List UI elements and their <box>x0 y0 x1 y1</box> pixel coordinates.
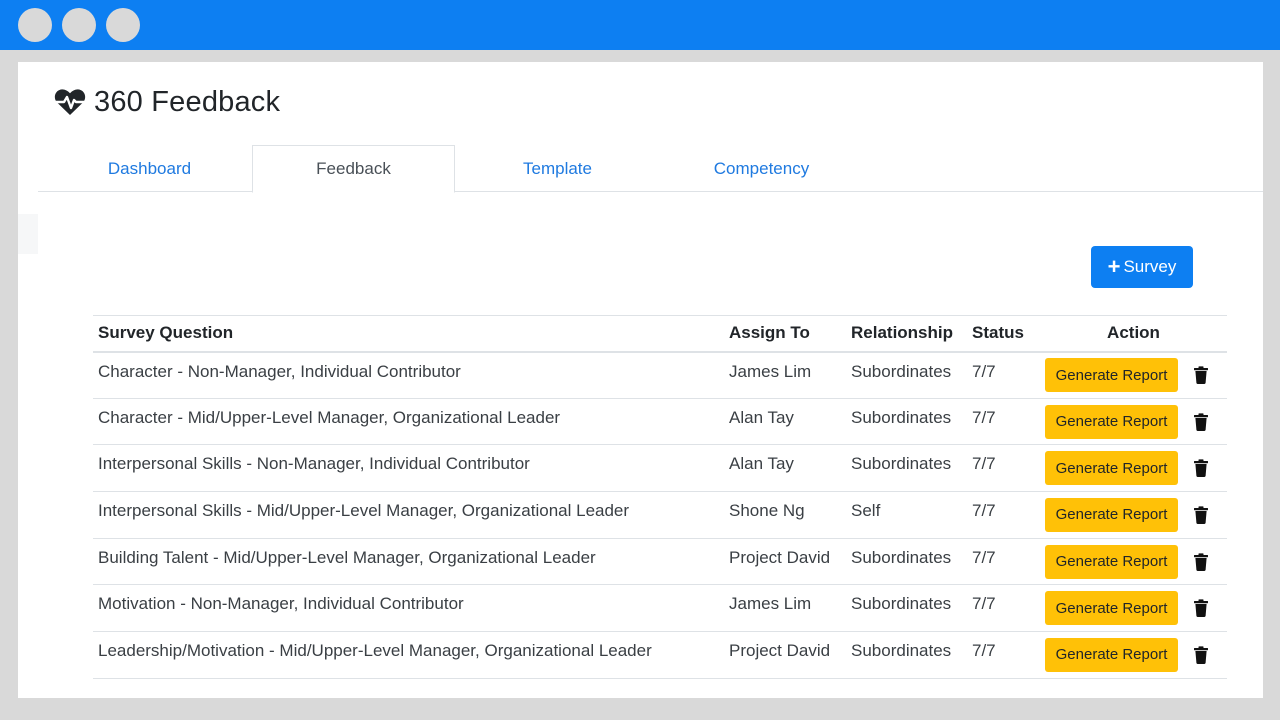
tab-feedback[interactable]: Feedback <box>252 145 455 193</box>
table-row: Leadership/Motivation - Mid/Upper-Level … <box>93 631 1227 679</box>
table-row: Character - Mid/Upper-Level Manager, Org… <box>93 398 1227 446</box>
generate-report-button[interactable]: Generate Report <box>1045 358 1178 393</box>
window-titlebar <box>0 0 1280 50</box>
cell-status: 7/7 <box>967 631 1040 679</box>
generate-report-button[interactable]: Generate Report <box>1045 637 1178 672</box>
cell-survey-question: Character - Mid/Upper-Level Manager, Org… <box>93 398 724 446</box>
trash-icon[interactable] <box>1193 506 1209 524</box>
cell-action: Generate Report <box>1040 538 1227 586</box>
row-actions: Generate Report <box>1045 591 1222 626</box>
plus-icon: + <box>1107 254 1121 279</box>
header-assign-to[interactable]: Assign To <box>724 315 846 353</box>
app-title-text: 360 Feedback <box>94 85 281 118</box>
generate-report-button[interactable]: Generate Report <box>1045 591 1178 626</box>
window-close-dot[interactable] <box>18 8 52 42</box>
window-maximize-dot[interactable] <box>106 8 140 42</box>
row-actions: Generate Report <box>1045 637 1222 672</box>
trash-icon[interactable] <box>1193 366 1209 385</box>
cell-survey-question: Character - Non-Manager, Individual Cont… <box>93 351 724 399</box>
cell-assign-to: Project David <box>724 538 846 586</box>
generate-report-button[interactable]: Generate Report <box>1045 497 1178 532</box>
nav-tabs: Dashboard Feedback Template Competency <box>38 145 1263 193</box>
cell-status: 7/7 <box>967 444 1040 493</box>
cell-status: 7/7 <box>967 584 1040 633</box>
table-row: Building Talent - Mid/Upper-Level Manage… <box>93 538 1227 586</box>
table-header-row: Survey Question Assign To Relationship S… <box>93 315 1227 353</box>
cell-survey-question: Motivation - Non-Manager, Individual Con… <box>93 584 724 633</box>
cell-survey-question: Leadership/Motivation - Mid/Upper-Level … <box>93 631 724 679</box>
cell-survey-question: Interpersonal Skills - Non-Manager, Indi… <box>93 444 724 493</box>
row-actions: Generate Report <box>1045 358 1222 393</box>
table-row: Character - Non-Manager, Individual Cont… <box>93 351 1227 399</box>
row-actions: Generate Report <box>1045 544 1222 579</box>
cell-action: Generate Report <box>1040 398 1227 446</box>
header-status[interactable]: Status <box>967 315 1040 353</box>
side-panel-edge <box>18 214 38 254</box>
cell-relationship: Subordinates <box>846 398 967 446</box>
cell-action: Generate Report <box>1040 351 1227 399</box>
cell-status: 7/7 <box>967 398 1040 446</box>
generate-report-button[interactable]: Generate Report <box>1045 404 1178 439</box>
cell-relationship: Subordinates <box>846 631 967 679</box>
cell-assign-to: Project David <box>724 631 846 679</box>
cell-action: Generate Report <box>1040 584 1227 633</box>
cell-assign-to: Shone Ng <box>724 491 846 539</box>
page-title: 360 Feedback <box>54 82 280 122</box>
generate-report-button[interactable]: Generate Report <box>1045 544 1178 579</box>
cell-relationship: Subordinates <box>846 538 967 586</box>
trash-icon[interactable] <box>1193 459 1209 478</box>
row-actions: Generate Report <box>1045 497 1222 532</box>
cell-assign-to: James Lim <box>724 584 846 633</box>
cell-action: Generate Report <box>1040 444 1227 493</box>
cell-relationship: Self <box>846 491 967 539</box>
add-survey-button[interactable]: + Survey <box>1091 246 1193 288</box>
trash-icon[interactable] <box>1193 412 1209 431</box>
app-window: 360 Feedback Dashboard Feedback Template… <box>18 62 1263 698</box>
cell-relationship: Subordinates <box>846 351 967 399</box>
header-relationship[interactable]: Relationship <box>846 315 967 353</box>
cell-status: 7/7 <box>967 491 1040 539</box>
cell-survey-question: Building Talent - Mid/Upper-Level Manage… <box>93 538 724 586</box>
cell-status: 7/7 <box>967 538 1040 586</box>
tab-dashboard[interactable]: Dashboard <box>48 145 251 192</box>
header-survey-question[interactable]: Survey Question <box>93 315 724 353</box>
header-action: Action <box>1040 315 1227 353</box>
cell-assign-to: Alan Tay <box>724 444 846 493</box>
table-row: Interpersonal Skills - Mid/Upper-Level M… <box>93 491 1227 539</box>
table-row: Motivation - Non-Manager, Individual Con… <box>93 584 1227 633</box>
row-actions: Generate Report <box>1045 451 1222 486</box>
tab-template[interactable]: Template <box>456 145 659 192</box>
cell-action: Generate Report <box>1040 491 1227 539</box>
trash-icon[interactable] <box>1193 552 1209 571</box>
cell-survey-question: Interpersonal Skills - Mid/Upper-Level M… <box>93 491 724 539</box>
add-survey-label: Survey <box>1123 257 1177 276</box>
survey-table: Survey Question Assign To Relationship S… <box>93 315 1227 679</box>
window-minimize-dot[interactable] <box>62 8 96 42</box>
trash-icon[interactable] <box>1193 599 1209 618</box>
table-row: Interpersonal Skills - Non-Manager, Indi… <box>93 444 1227 493</box>
generate-report-button[interactable]: Generate Report <box>1045 451 1178 486</box>
cell-relationship: Subordinates <box>846 584 967 633</box>
trash-icon[interactable] <box>1193 646 1209 664</box>
tab-competency[interactable]: Competency <box>660 145 863 192</box>
heartbeat-icon <box>54 89 86 115</box>
cell-relationship: Subordinates <box>846 444 967 493</box>
cell-status: 7/7 <box>967 351 1040 399</box>
cell-action: Generate Report <box>1040 631 1227 679</box>
row-actions: Generate Report <box>1045 404 1222 439</box>
cell-assign-to: James Lim <box>724 351 846 399</box>
cell-assign-to: Alan Tay <box>724 398 846 446</box>
